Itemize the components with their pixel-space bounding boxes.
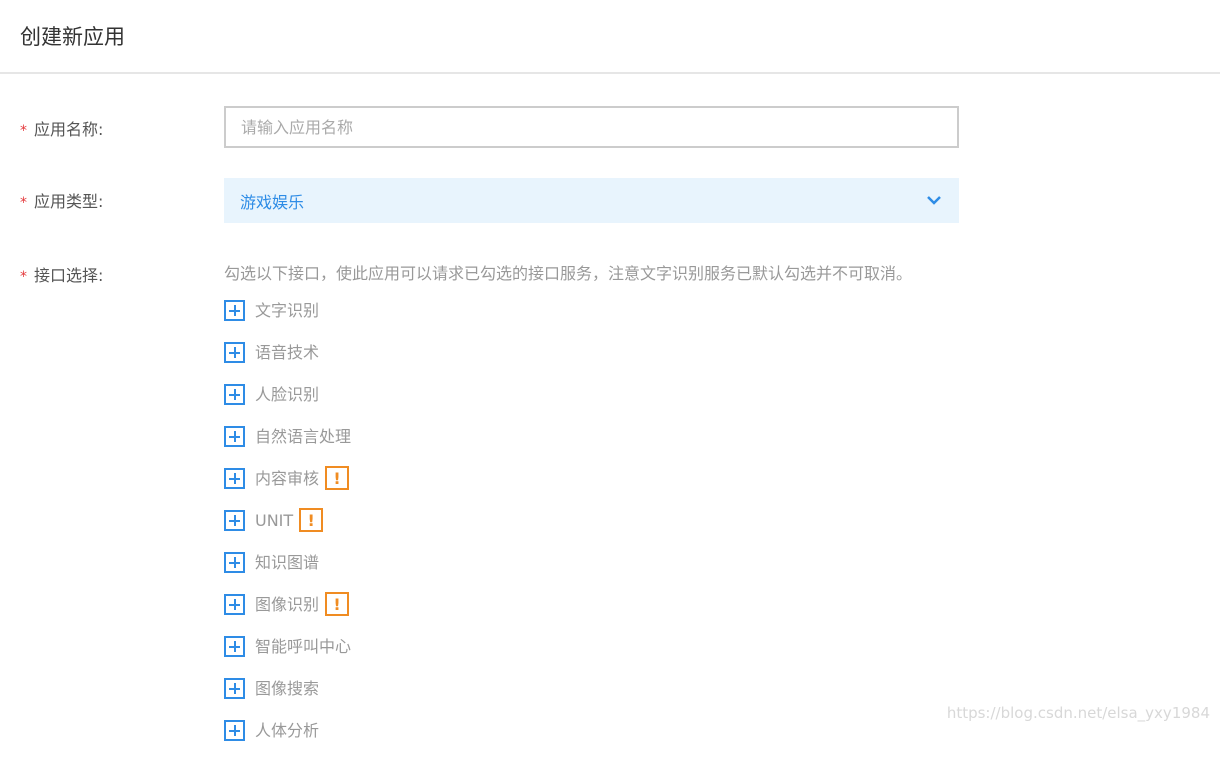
expand-plus-icon[interactable] <box>224 510 245 531</box>
api-item-label: 人体分析 <box>255 720 319 741</box>
label-text: 接口选择: <box>34 266 103 285</box>
api-item-label: UNIT <box>255 510 293 531</box>
expand-plus-icon[interactable] <box>224 552 245 573</box>
api-item-label: 文字识别 <box>255 300 319 321</box>
chevron-down-icon <box>925 191 943 209</box>
warning-icon[interactable]: ! <box>325 466 349 490</box>
api-item-label: 图像识别 <box>255 594 319 615</box>
api-item: UNIT! <box>224 510 351 552</box>
expand-plus-icon[interactable] <box>224 300 245 321</box>
api-item-label: 图像搜索 <box>255 678 319 699</box>
api-list: 文字识别语音技术人脸识别自然语言处理内容审核!UNIT!知识图谱图像识别!智能呼… <box>224 300 351 762</box>
api-item: 图像识别! <box>224 594 351 636</box>
app-type-select[interactable]: 游戏娱乐 <box>224 178 959 223</box>
app-type-value: 游戏娱乐 <box>240 189 304 213</box>
required-mark: * <box>20 195 27 211</box>
required-mark: * <box>20 123 27 139</box>
warning-icon[interactable]: ! <box>325 592 349 616</box>
expand-plus-icon[interactable] <box>224 594 245 615</box>
api-item: 图像搜索 <box>224 678 351 720</box>
app-type-label: * 应用类型: <box>20 188 103 212</box>
expand-plus-icon[interactable] <box>224 720 245 741</box>
api-item: 自然语言处理 <box>224 426 351 468</box>
api-item-label: 知识图谱 <box>255 552 319 573</box>
expand-plus-icon[interactable] <box>224 426 245 447</box>
api-item-label: 自然语言处理 <box>255 426 351 447</box>
label-text: 应用类型: <box>34 192 103 211</box>
api-item: 人体分析 <box>224 720 351 762</box>
page-header: 创建新应用 <box>0 0 1220 74</box>
api-item: 知识图谱 <box>224 552 351 594</box>
app-name-input[interactable] <box>224 106 959 148</box>
app-name-label: * 应用名称: <box>20 116 103 140</box>
api-item: 语音技术 <box>224 342 351 384</box>
api-item: 内容审核! <box>224 468 351 510</box>
watermark: https://blog.csdn.net/elsa_yxy1984 <box>947 704 1210 722</box>
expand-plus-icon[interactable] <box>224 636 245 657</box>
api-item-label: 人脸识别 <box>255 384 319 405</box>
warning-icon[interactable]: ! <box>299 508 323 532</box>
api-item: 智能呼叫中心 <box>224 636 351 678</box>
api-item: 人脸识别 <box>224 384 351 426</box>
expand-plus-icon[interactable] <box>224 384 245 405</box>
api-item: 文字识别 <box>224 300 351 342</box>
api-item-label: 智能呼叫中心 <box>255 636 351 657</box>
expand-plus-icon[interactable] <box>224 342 245 363</box>
required-mark: * <box>20 269 27 285</box>
label-text: 应用名称: <box>34 120 103 139</box>
expand-plus-icon[interactable] <box>224 468 245 489</box>
expand-plus-icon[interactable] <box>224 678 245 699</box>
api-item-label: 内容审核 <box>255 468 319 489</box>
api-hint: 勾选以下接口，使此应用可以请求已勾选的接口服务，注意文字识别服务已默认勾选并不可… <box>224 260 912 284</box>
page-title: 创建新应用 <box>20 21 125 51</box>
api-item-label: 语音技术 <box>255 342 319 363</box>
api-select-label: * 接口选择: <box>20 262 103 286</box>
